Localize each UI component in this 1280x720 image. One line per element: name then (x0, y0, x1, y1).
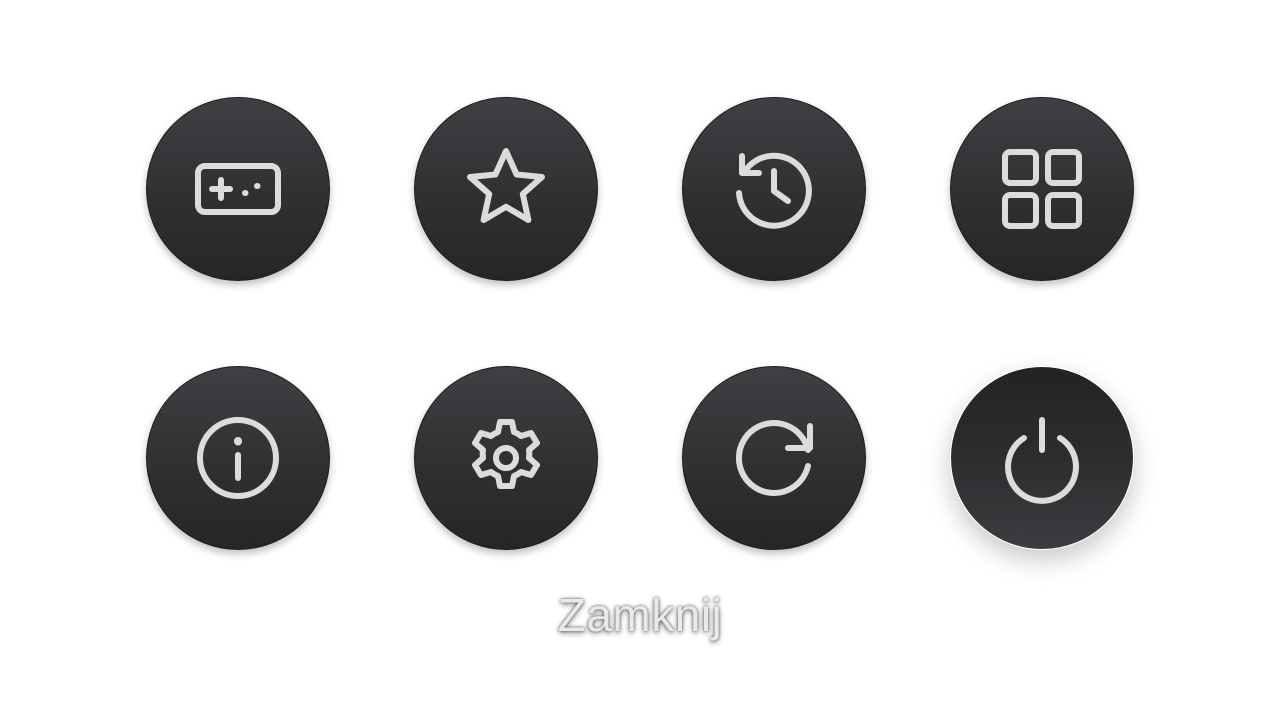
history-button[interactable] (682, 97, 866, 281)
quick-menu: Zamknij (0, 0, 1280, 720)
info-button[interactable] (146, 366, 330, 550)
refresh-icon (726, 410, 822, 506)
history-icon (726, 141, 822, 237)
info-icon (190, 410, 286, 506)
grid-icon (994, 141, 1090, 237)
games-button[interactable] (146, 97, 330, 281)
gamepad-icon (190, 141, 286, 237)
favorites-button[interactable] (414, 97, 598, 281)
power-button[interactable] (950, 366, 1134, 550)
settings-button[interactable] (414, 366, 598, 550)
star-icon (458, 141, 554, 237)
power-icon (994, 410, 1090, 506)
apps-button[interactable] (950, 97, 1134, 281)
restart-button[interactable] (682, 366, 866, 550)
gear-icon (458, 410, 554, 506)
focused-item-label: Zamknij (557, 589, 723, 641)
